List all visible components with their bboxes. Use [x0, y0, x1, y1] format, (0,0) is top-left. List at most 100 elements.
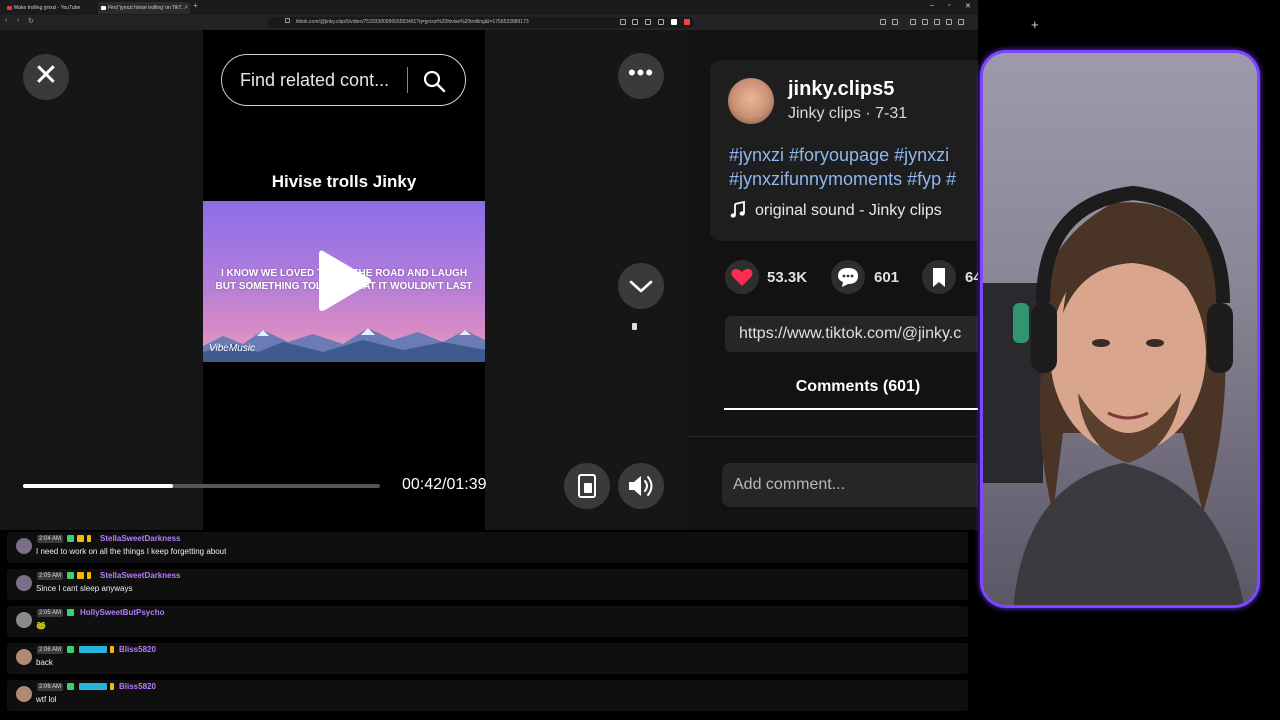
brave-shield-icon[interactable] — [671, 19, 677, 25]
sub-badge-icon — [87, 572, 91, 579]
next-video-button[interactable] — [618, 263, 664, 309]
chat-username[interactable]: Bliss5820 — [119, 682, 156, 691]
creator-username[interactable]: jinky.clips5 — [788, 78, 894, 101]
back-icon[interactable]: ‹ — [5, 17, 7, 24]
wallet-icon[interactable] — [910, 19, 916, 25]
avatar — [16, 612, 32, 628]
avatar — [16, 575, 32, 591]
more-options-button[interactable]: ••• — [618, 53, 664, 99]
avatar — [16, 538, 32, 554]
tab-title: Make trolling jynxzi - YouTube — [14, 5, 81, 11]
sidebar-icon[interactable] — [880, 19, 886, 25]
chat-username[interactable]: StellaSweetDarkness — [100, 571, 181, 580]
chat-message: 2:06 AM Bliss5820 wtf lol — [7, 680, 968, 711]
ai-icon[interactable] — [934, 19, 940, 25]
playback-time: 00:42/01:39 — [402, 476, 487, 493]
sub-badge-icon — [110, 646, 114, 653]
mountains-image — [203, 328, 485, 362]
screenshot-icon[interactable] — [632, 19, 638, 25]
like-button[interactable] — [725, 260, 759, 294]
chat-message: 2:04 AM StellaSweetDarkness I need to wo… — [7, 532, 968, 563]
mod-badge-icon — [67, 609, 74, 616]
browser-window: Make trolling jynxzi - YouTube Find 'jyn… — [0, 0, 978, 530]
extensions-icon[interactable] — [892, 19, 898, 25]
chat-message: 2:06 AM Bliss5820 back — [7, 643, 968, 674]
chat-username[interactable]: HollySweetButPsycho — [80, 608, 164, 617]
chat-message: 2:05 AM HollySweetButPsycho 🐸 — [7, 606, 968, 637]
video-frame[interactable]: I KNOW WE LOVED TO HIT THE ROAD AND LAUG… — [203, 201, 485, 362]
youtube-favicon-icon — [7, 6, 12, 10]
zoom-icon[interactable] — [645, 19, 651, 25]
volume-button[interactable] — [618, 463, 664, 509]
comment-input[interactable]: Add comment... — [722, 463, 978, 507]
profile-icon[interactable] — [946, 19, 952, 25]
crown-badge-icon — [77, 572, 84, 579]
tiktok-favicon-icon — [101, 6, 106, 10]
new-tab-button[interactable]: + — [193, 1, 198, 10]
add-source-icon: + — [1031, 17, 1039, 32]
chat-text: wtf lol — [36, 695, 57, 704]
chat-text: back — [36, 658, 53, 667]
site-info-icon[interactable] — [285, 18, 290, 23]
tab-comments[interactable]: Comments (601) — [724, 378, 978, 396]
message-time: 2:05 AM — [37, 572, 64, 580]
save-button[interactable] — [922, 260, 956, 294]
related-search[interactable]: Find related cont... — [221, 54, 466, 106]
tab-close-icon[interactable]: × — [184, 2, 188, 14]
sound-name[interactable]: original sound - Jinky clips — [755, 202, 942, 220]
comment-button[interactable] — [831, 260, 865, 294]
tab-underline — [724, 408, 978, 410]
forward-icon[interactable]: › — [17, 17, 19, 24]
webcam-overlay — [980, 50, 1260, 608]
sub-badge-icon — [87, 535, 91, 542]
hashtags[interactable]: #jynxzi #foryoupage #jynxzi #jynxzifunny… — [729, 143, 978, 191]
chat-username[interactable]: StellaSweetDarkness — [100, 534, 181, 543]
mod-badge-icon — [67, 646, 74, 653]
menu-icon[interactable] — [958, 19, 964, 25]
message-time: 2:04 AM — [37, 535, 64, 543]
avatar — [16, 686, 32, 702]
close-video-button[interactable]: ✕ — [23, 54, 69, 100]
close-window-button[interactable]: ✕ — [965, 2, 971, 10]
tab-youtube[interactable]: Make trolling jynxzi - YouTube — [4, 2, 96, 14]
creator-avatar[interactable] — [728, 78, 774, 124]
progress-fill — [23, 484, 173, 488]
reader-icon[interactable] — [620, 19, 626, 25]
message-time: 2:05 AM — [37, 609, 64, 617]
search-input[interactable]: Find related cont... — [240, 55, 389, 105]
chat-text: Since I cant sleep anyways — [36, 584, 133, 593]
music-note-icon — [730, 201, 745, 218]
stream-layout: Make trolling jynxzi - YouTube Find 'jyn… — [0, 0, 1280, 720]
share-icon[interactable] — [658, 19, 664, 25]
emote-badges-icon — [79, 683, 107, 690]
hashtags-line-2[interactable]: #jynxzifunnymoments #fyp # — [729, 167, 978, 191]
tab-title: Find 'jynxzi hivise trolling' on TikT... — [108, 5, 186, 11]
hashtags-line-1[interactable]: #jynxzi #foryoupage #jynxzi — [729, 143, 978, 167]
message-time: 2:06 AM — [37, 683, 64, 691]
play-icon[interactable] — [317, 247, 373, 315]
tab-divider — [688, 436, 978, 437]
video-watermark: VibeMusic — [209, 343, 255, 354]
streamer-figure — [1013, 185, 1244, 605]
stream-chat: 2:04 AM StellaSweetDarkness I need to wo… — [0, 530, 978, 720]
minimize-button[interactable]: – — [930, 2, 934, 9]
emote-badges-icon — [79, 646, 107, 653]
progress-bar[interactable] — [23, 484, 380, 488]
chat-message: 2:05 AM StellaSweetDarkness Since I cant… — [7, 569, 968, 600]
search-icon[interactable] — [422, 69, 446, 93]
comment-count: 601 — [874, 269, 900, 286]
rewards-icon[interactable] — [684, 19, 690, 25]
reload-icon[interactable]: ↻ — [28, 17, 34, 25]
maximize-button[interactable]: ▫ — [948, 2, 950, 9]
pip-button[interactable] — [564, 463, 610, 509]
more-icon: ••• — [627, 60, 655, 85]
video-link-field[interactable]: https://www.tiktok.com/@jinky.c — [725, 316, 978, 352]
tab-tiktok[interactable]: Find 'jynxzi hivise trolling' on TikT...… — [98, 2, 190, 14]
close-icon: ✕ — [33, 59, 59, 92]
mod-badge-icon — [67, 535, 74, 542]
chat-username[interactable]: Bliss5820 — [119, 645, 156, 654]
message-time: 2:06 AM — [37, 646, 64, 654]
downloads-icon[interactable] — [922, 19, 928, 25]
url-field[interactable]: tiktok.com/@jinky.clips5/video/753333809… — [268, 17, 694, 28]
video-details-panel: jinky.clips5 Jinky clips · 7-31 #jynxzi … — [688, 30, 978, 530]
